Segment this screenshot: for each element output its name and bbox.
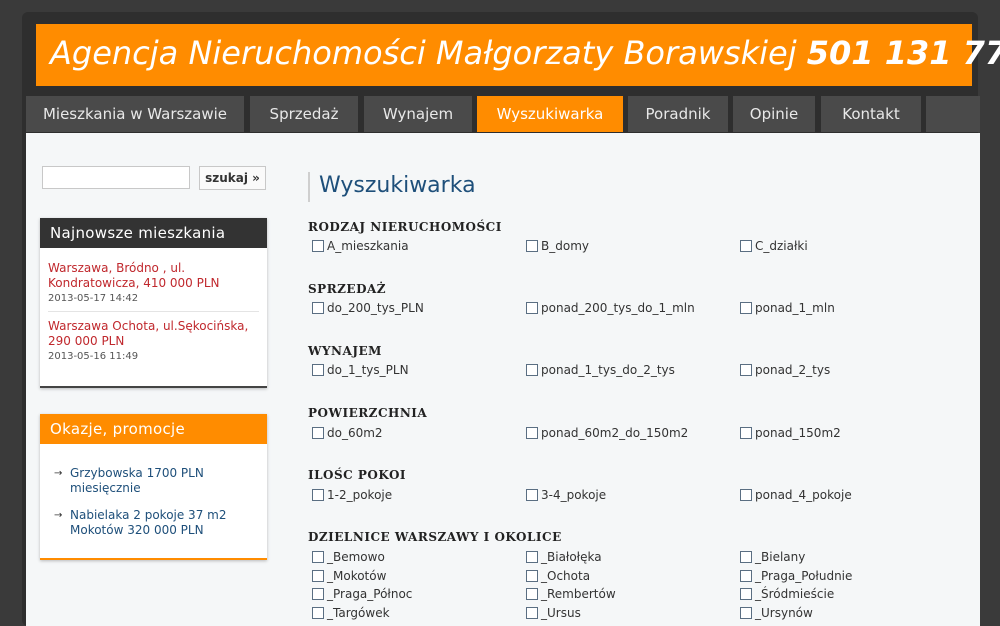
checkbox[interactable] xyxy=(526,489,538,501)
checkbox[interactable] xyxy=(312,364,324,376)
nav-item-sprzedaz[interactable]: Sprzedaż xyxy=(250,96,358,132)
nav-item-mieszkania[interactable]: Mieszkania w Warszawie xyxy=(26,96,244,132)
checkbox[interactable] xyxy=(740,302,752,314)
filter-checkbox[interactable]: _Ursynów xyxy=(740,606,813,620)
checkbox[interactable] xyxy=(526,607,538,619)
checkbox[interactable] xyxy=(526,588,538,600)
filter-checkbox[interactable]: ponad_1_mln xyxy=(740,301,835,315)
filter-checkbox[interactable]: _Mokotów xyxy=(312,569,386,583)
filter-checkbox[interactable]: B_domy xyxy=(526,239,589,253)
checkbox[interactable] xyxy=(740,364,752,376)
listing-link[interactable]: Warszawa, Bródno , ul. Kondratowicza, 41… xyxy=(48,261,263,291)
filter-checkbox[interactable]: 1-2_pokoje xyxy=(312,488,392,502)
promo-link[interactable]: Grzybowska 1700 PLN miesięcznie xyxy=(70,466,260,496)
checkbox[interactable] xyxy=(740,551,752,563)
nav-item-opinie[interactable]: Opinie xyxy=(733,96,815,132)
search-input[interactable] xyxy=(42,166,190,189)
filter-checkbox[interactable]: _Praga_Północ xyxy=(312,587,412,601)
checkbox[interactable] xyxy=(740,427,752,439)
checkbox[interactable] xyxy=(312,302,324,314)
nav-item-poradnik[interactable]: Poradnik xyxy=(628,96,728,132)
nav-item-wynajem[interactable]: Wynajem xyxy=(364,96,472,132)
divider xyxy=(48,311,259,312)
main-nav: Mieszkania w Warszawie Sprzedaż Wynajem … xyxy=(26,96,980,133)
checkbox[interactable] xyxy=(740,240,752,252)
latest-listings-heading: Najnowsze mieszkania xyxy=(40,218,267,248)
checkbox[interactable] xyxy=(312,240,324,252)
checkbox[interactable] xyxy=(312,427,324,439)
listing-date: 2013-05-17 14:42 xyxy=(48,293,139,304)
nav-item-kontakt[interactable]: Kontakt xyxy=(821,96,921,132)
arrow-right-icon: → xyxy=(54,468,63,479)
page-title: Wyszukiwarka xyxy=(319,173,476,198)
filter-checkbox[interactable]: _Bemowo xyxy=(312,550,385,564)
checkbox[interactable] xyxy=(740,570,752,582)
filter-checkbox[interactable]: ponad_4_pokoje xyxy=(740,488,852,502)
checkbox[interactable] xyxy=(312,551,324,563)
phone-number: 501 131 775 xyxy=(806,34,1000,72)
checkbox[interactable] xyxy=(740,588,752,600)
filter-checkbox[interactable]: ponad_60m2_do_150m2 xyxy=(526,426,688,440)
checkbox[interactable] xyxy=(526,364,538,376)
checkbox[interactable] xyxy=(312,588,324,600)
section-heading: DZIELNICE WARSZAWY I OKOLICE xyxy=(308,530,562,544)
nav-filler xyxy=(926,96,980,132)
filter-checkbox[interactable]: do_1_tys_PLN xyxy=(312,363,409,377)
listing-link[interactable]: Warszawa Ochota, ul.Sękocińska, 290 000 … xyxy=(48,319,263,349)
filter-checkbox[interactable]: _Bielany xyxy=(740,550,805,564)
filter-checkbox[interactable]: ponad_150m2 xyxy=(740,426,841,440)
checkbox[interactable] xyxy=(526,570,538,582)
arrow-right-icon: → xyxy=(54,510,63,521)
nav-item-wyszukiwarka[interactable]: Wyszukiwarka xyxy=(477,96,623,132)
filter-checkbox[interactable]: ponad_2_tys xyxy=(740,363,830,377)
promo-link[interactable]: Nabielaka 2 pokoje 37 m2 Mokotów 320 000… xyxy=(70,508,260,538)
checkbox[interactable] xyxy=(312,570,324,582)
promotions-heading: Okazje, promocje xyxy=(40,414,267,444)
filter-checkbox[interactable]: 3-4_pokoje xyxy=(526,488,606,502)
checkbox[interactable] xyxy=(526,427,538,439)
site-banner[interactable]: Agencja Nieruchomości Małgorzaty Borawsk… xyxy=(36,24,1000,86)
filter-checkbox[interactable]: do_60m2 xyxy=(312,426,383,440)
filter-checkbox[interactable]: _Ursus xyxy=(526,606,581,620)
checkbox[interactable] xyxy=(740,607,752,619)
filter-checkbox[interactable]: _Ochota xyxy=(526,569,590,583)
listing-date: 2013-05-16 11:49 xyxy=(48,351,139,362)
checkbox[interactable] xyxy=(526,302,538,314)
checkbox[interactable] xyxy=(526,551,538,563)
filter-checkbox[interactable]: _Rembertów xyxy=(526,587,616,601)
section-heading: WYNAJEM xyxy=(308,344,382,358)
filter-checkbox[interactable]: _Białołęka xyxy=(526,550,602,564)
filter-checkbox[interactable]: _Targówek xyxy=(312,606,390,620)
title-accent-bar xyxy=(308,172,310,202)
promotions-box: Okazje, promocje → Grzybowska 1700 PLN m… xyxy=(40,414,267,560)
section-heading: ILOŚC POKOI xyxy=(308,468,407,482)
section-heading: RODZAJ NIERUCHOMOŚCI xyxy=(308,220,502,234)
filter-checkbox[interactable]: do_200_tys_PLN xyxy=(312,301,424,315)
latest-listings-box: Najnowsze mieszkania Warszawa, Bródno , … xyxy=(40,218,267,388)
site-title: Agencja Nieruchomości Małgorzaty Borawsk… xyxy=(50,34,1000,72)
filter-checkbox[interactable]: ponad_1_tys_do_2_tys xyxy=(526,363,675,377)
checkbox[interactable] xyxy=(312,607,324,619)
filter-checkbox[interactable]: C_działki xyxy=(740,239,808,253)
checkbox[interactable] xyxy=(526,240,538,252)
section-heading: SPRZEDAŻ xyxy=(308,282,387,296)
filter-checkbox[interactable]: _Praga_Południe xyxy=(740,569,852,583)
checkbox[interactable] xyxy=(740,489,752,501)
filter-checkbox[interactable]: ponad_200_tys_do_1_mln xyxy=(526,301,695,315)
filter-checkbox[interactable]: _Śródmieście xyxy=(740,587,834,601)
search-button[interactable]: szukaj » xyxy=(199,166,266,190)
checkbox[interactable] xyxy=(312,489,324,501)
section-heading: POWIERZCHNIA xyxy=(308,406,428,420)
filter-checkbox[interactable]: A_mieszkania xyxy=(312,239,409,253)
